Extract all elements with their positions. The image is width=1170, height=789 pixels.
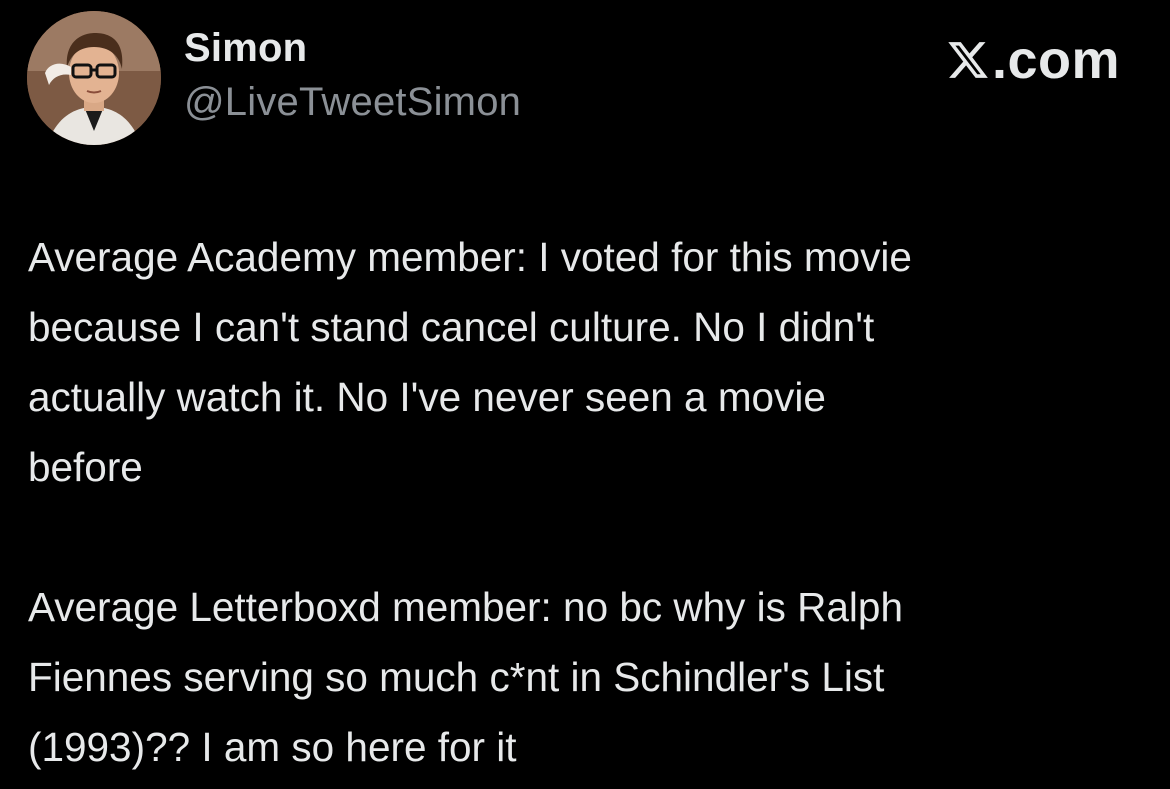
author-display-name[interactable]: Simon xyxy=(184,26,307,71)
avatar[interactable] xyxy=(27,11,161,145)
brand-domain-text: .com xyxy=(991,30,1120,90)
profile-photo-icon xyxy=(27,11,161,145)
brand-watermark: .com xyxy=(946,32,1120,88)
x-logo-icon xyxy=(946,38,990,82)
tweet-paragraph-1: Average Academy member: I voted for this… xyxy=(28,234,912,490)
author-handle[interactable]: @LiveTweetSimon xyxy=(184,80,521,125)
tweet-text: Average Academy member: I voted for this… xyxy=(28,222,1148,782)
tweet-paragraph-2: Average Letterboxd member: no bc why is … xyxy=(28,584,903,770)
tweet-card: Simon @LiveTweetSimon .com Average Acade… xyxy=(0,0,1170,789)
